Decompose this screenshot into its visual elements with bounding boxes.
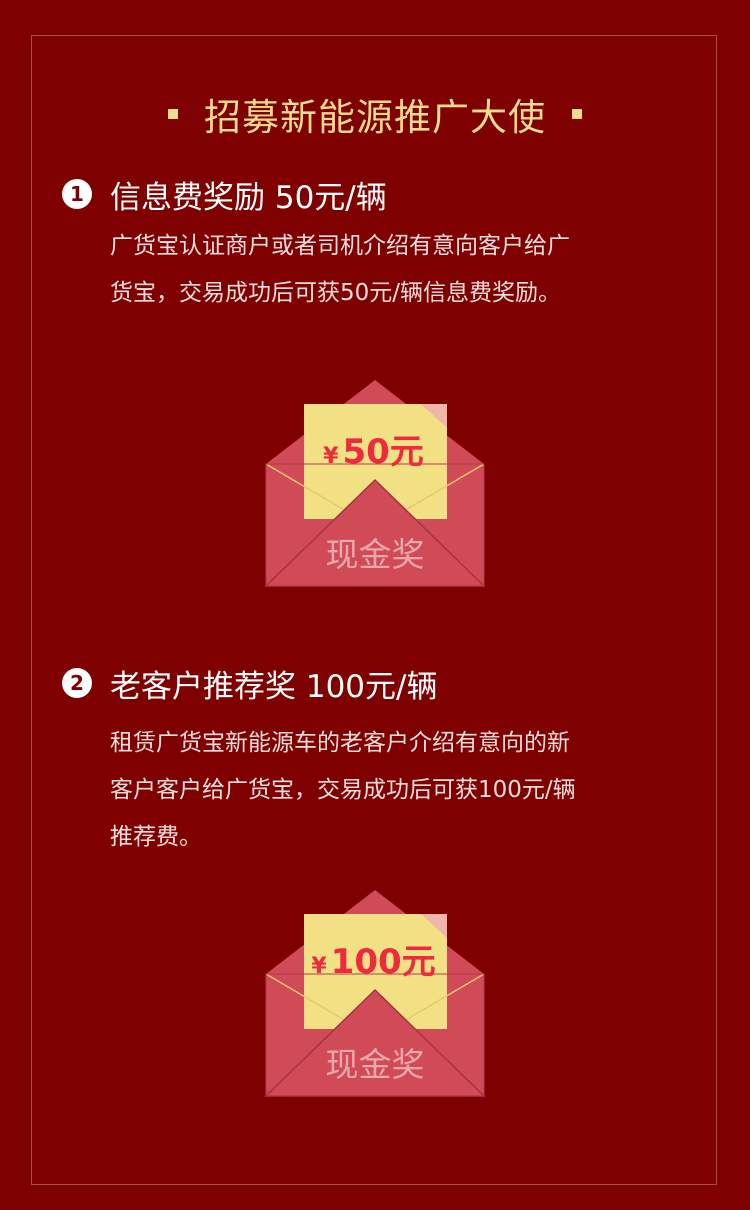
body-line: 推荐费。 [110,824,202,850]
red-envelope-100: ¥ 100元 现金奖 [264,888,486,1100]
amount-value: 100元 [330,942,436,982]
body-line: 货宝，交易成功后可获50元/辆信息费奖励。 [110,280,562,306]
section-info-fee-body: 广货宝认证商户或者司机介绍有意向客户给广 货宝，交易成功后可获50元/辆信息费奖… [110,223,680,317]
currency-symbol: ¥ [311,954,327,979]
body-line: 广货宝认证商户或者司机介绍有意向客户给广 [110,233,570,259]
reward-label: 现金奖 [325,1045,425,1084]
body-line: 租赁广货宝新能源车的老客户介绍有意向的新 [110,730,570,756]
number-badge-2: 2 [62,668,92,698]
title-bullet-right [572,109,582,119]
title-bullet-left [168,109,178,119]
currency-symbol: ¥ [323,444,339,469]
number-badge-1: 1 [62,179,92,209]
section-title-referral: 老客户推荐奖 100元/辆 [110,668,438,705]
section-referral-body: 租赁广货宝新能源车的老客户介绍有意向的新 客户客户给广货宝，交易成功后可获100… [110,720,680,861]
section-title-info-fee: 信息费奖励 50元/辆 [110,179,387,216]
red-envelope-50: ¥ 50元 现金奖 [264,378,486,590]
section-referral-header: 2 老客户推荐奖 100元/辆 [62,663,438,705]
amount-value: 50元 [342,432,424,472]
reward-amount: ¥ 100元 [306,934,441,982]
reward-amount: ¥ 50元 [306,424,441,472]
body-line: 客户客户给广货宝，交易成功后可获100元/辆 [110,777,576,803]
page-header: 招募新能源推广大使 [0,88,750,140]
page-title: 招募新能源推广大使 [204,96,546,139]
reward-label: 现金奖 [325,535,425,574]
section-info-fee-header: 1 信息费奖励 50元/辆 [62,174,387,216]
